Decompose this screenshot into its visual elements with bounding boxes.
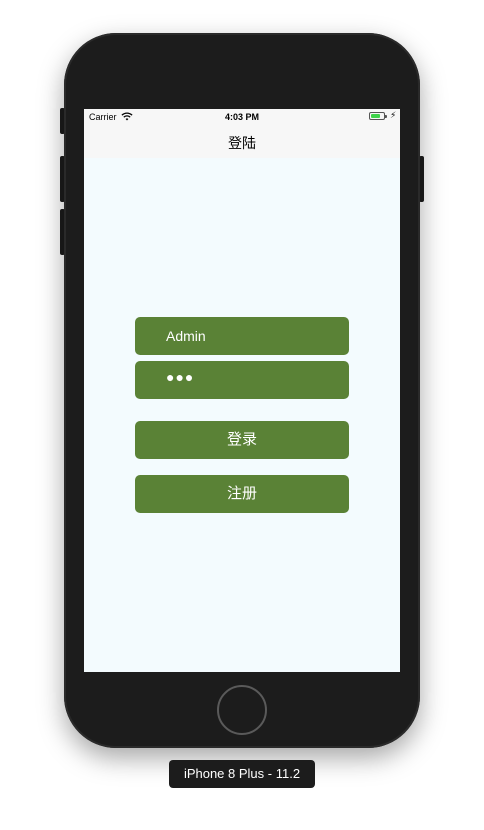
phone-screen: Carrier 4:03 PM ⚡ 登陆 Admin ●●● 登录 注册	[84, 109, 400, 672]
page-title: 登陆	[228, 135, 256, 151]
password-value: ●●●	[166, 369, 195, 385]
home-button[interactable]	[217, 685, 267, 735]
status-time: 4:03 PM	[224, 112, 259, 122]
simulator-stage: Carrier 4:03 PM ⚡ 登陆 Admin ●●● 登录 注册 iPh…	[0, 0, 484, 830]
password-field[interactable]: ●●●	[135, 361, 349, 399]
username-value: Admin	[166, 328, 206, 344]
login-button[interactable]: 登录	[135, 421, 349, 459]
battery-level	[371, 114, 380, 118]
status-bar: Carrier 4:03 PM ⚡	[84, 109, 400, 125]
battery-cap	[385, 115, 387, 118]
register-button[interactable]: 注册	[135, 475, 349, 513]
navigation-bar: 登陆	[84, 125, 400, 158]
device-label: iPhone 8 Plus - 11.2	[169, 760, 315, 788]
username-field[interactable]: Admin	[135, 317, 349, 355]
bolt-icon: ⚡	[390, 110, 397, 120]
battery-icon	[369, 112, 385, 120]
